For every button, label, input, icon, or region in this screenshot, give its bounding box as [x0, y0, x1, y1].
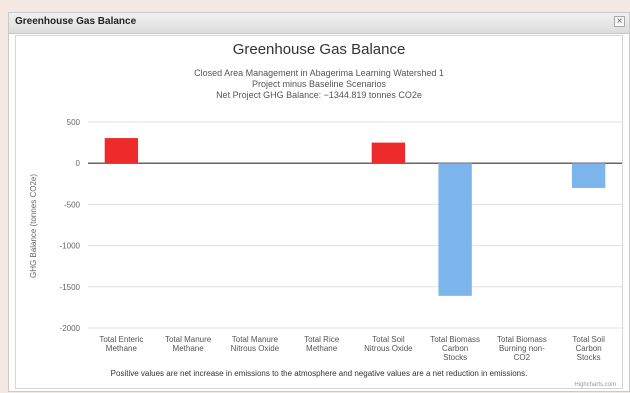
x-category-label-line: Burning non-	[499, 344, 545, 353]
x-category-label-line: Methane	[106, 344, 138, 353]
chart-subtitle-line-3: Net Project GHG Balance: −1344.819 tonne…	[216, 90, 422, 100]
x-category-label: Total Manure Methane	[165, 335, 212, 353]
y-axis-label: GHG Balance (tonnes CO2e)	[29, 174, 38, 278]
x-category-label-line: Nitrous Oxide	[364, 344, 413, 353]
x-category-label-line: Total Rice	[304, 335, 340, 344]
y-tick-label: -1000	[60, 242, 81, 251]
x-category-label-line: Total Soil	[372, 335, 405, 344]
grid-lines	[88, 121, 622, 329]
x-category-label-line: Total Enteric	[99, 335, 143, 344]
y-tick-label: -1500	[60, 283, 81, 292]
x-category-label-line: Stocks	[577, 353, 601, 362]
x-category-label: Total Manure Nitrous Oxide	[231, 335, 280, 353]
x-category-label-line: Total Manure	[232, 335, 279, 344]
x-axis: Total Enteric MethaneTotal Manure MethaneT…	[99, 335, 605, 362]
x-category-label: Total Soil Carbon Stocks	[572, 335, 605, 362]
y-tick-label: 0	[76, 159, 81, 168]
x-category-label: Total Enteric Methane	[99, 335, 143, 353]
x-category-label: Total Rice Methane	[304, 335, 340, 353]
y-tick-label: -2000	[60, 324, 81, 333]
x-category-label-line: Nitrous Oxide	[231, 344, 280, 353]
bars	[104, 138, 606, 296]
dialog-titlebar[interactable]: Greenhouse Gas Balance ×	[9, 13, 629, 34]
x-category-label-line: Total Manure	[165, 335, 212, 344]
x-category-label: Total Biomass Burning non-CO2	[497, 335, 547, 362]
bar[interactable]	[571, 163, 606, 188]
x-category-label-line: Total Soil	[572, 335, 605, 344]
x-category-label-line: Methane	[173, 344, 205, 353]
y-axis: 500 0 -500 -1000 -1500 -2000	[60, 118, 81, 333]
chart-panel: Greenhouse Gas Balance Closed Area Manag…	[15, 35, 623, 389]
ghg-balance-chart: Greenhouse Gas Balance Closed Area Manag…	[29, 41, 622, 388]
x-category-label-line: Stocks	[443, 353, 467, 362]
chart-title: Greenhouse Gas Balance	[233, 41, 406, 58]
x-category-label-line: Carbon	[442, 344, 468, 353]
bar[interactable]	[104, 138, 139, 164]
x-category-label-line: Carbon	[576, 344, 602, 353]
chart-subtitle-line-1: Closed Area Management in Abagerima Lear…	[194, 68, 444, 78]
x-category-label-line: Total Biomass	[497, 335, 547, 344]
dialog-title: Greenhouse Gas Balance	[15, 16, 137, 27]
close-button[interactable]: ×	[614, 16, 625, 27]
chart-footnote: Positive values are net increase in emis…	[111, 369, 528, 378]
x-category-label: Total Soil Nitrous Oxide	[364, 335, 413, 353]
bar[interactable]	[371, 142, 406, 164]
y-tick-label: -500	[64, 200, 81, 209]
ghg-balance-dialog: Greenhouse Gas Balance × Greenhouse Gas …	[8, 12, 630, 392]
chart-credit[interactable]: Highcharts.com	[574, 382, 616, 388]
chart-subtitle-line-2: Project minus Baseline Scenarios	[252, 79, 387, 89]
x-category-label: Total Biomass Carbon Stocks	[430, 335, 480, 362]
x-category-label-line: Methane	[306, 344, 338, 353]
bar[interactable]	[438, 163, 472, 296]
x-category-label-line: CO2	[514, 353, 531, 362]
x-category-label-line: Total Biomass	[430, 335, 480, 344]
y-tick-label: 500	[67, 118, 81, 127]
